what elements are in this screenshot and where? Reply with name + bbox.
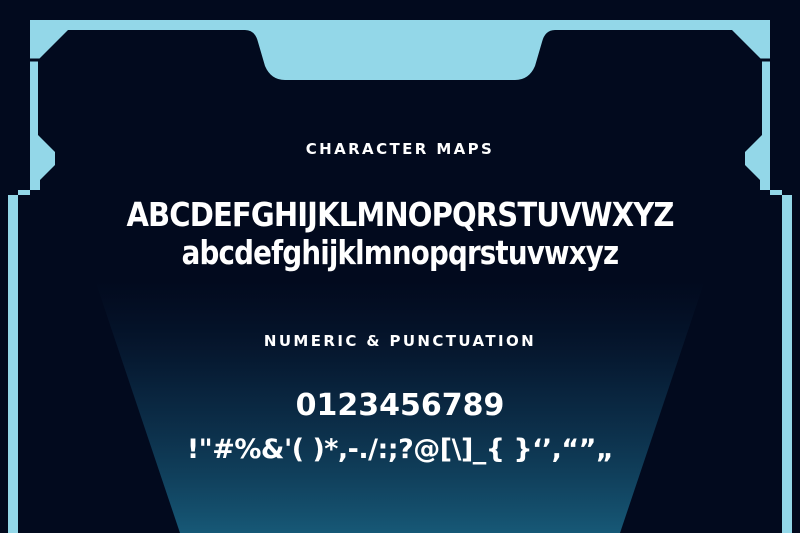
digit-glyphs: 0123456789 (295, 388, 505, 423)
lowercase-glyphs: abcdefghijklmnopqrstuvwxyz (181, 233, 619, 272)
numeric-punctuation-heading: NUMERIC & PUNCTUATION (263, 332, 537, 350)
uppercase-glyphs: ABCDEFGHIJKLMNOPQRSTUVWXYZ (126, 195, 674, 234)
character-maps-heading: CHARACTER MAPS (305, 140, 495, 158)
punctuation-glyphs: !"#%&'( )*,-./:;?@[\]_{ }‘’,“”„ (186, 434, 614, 465)
